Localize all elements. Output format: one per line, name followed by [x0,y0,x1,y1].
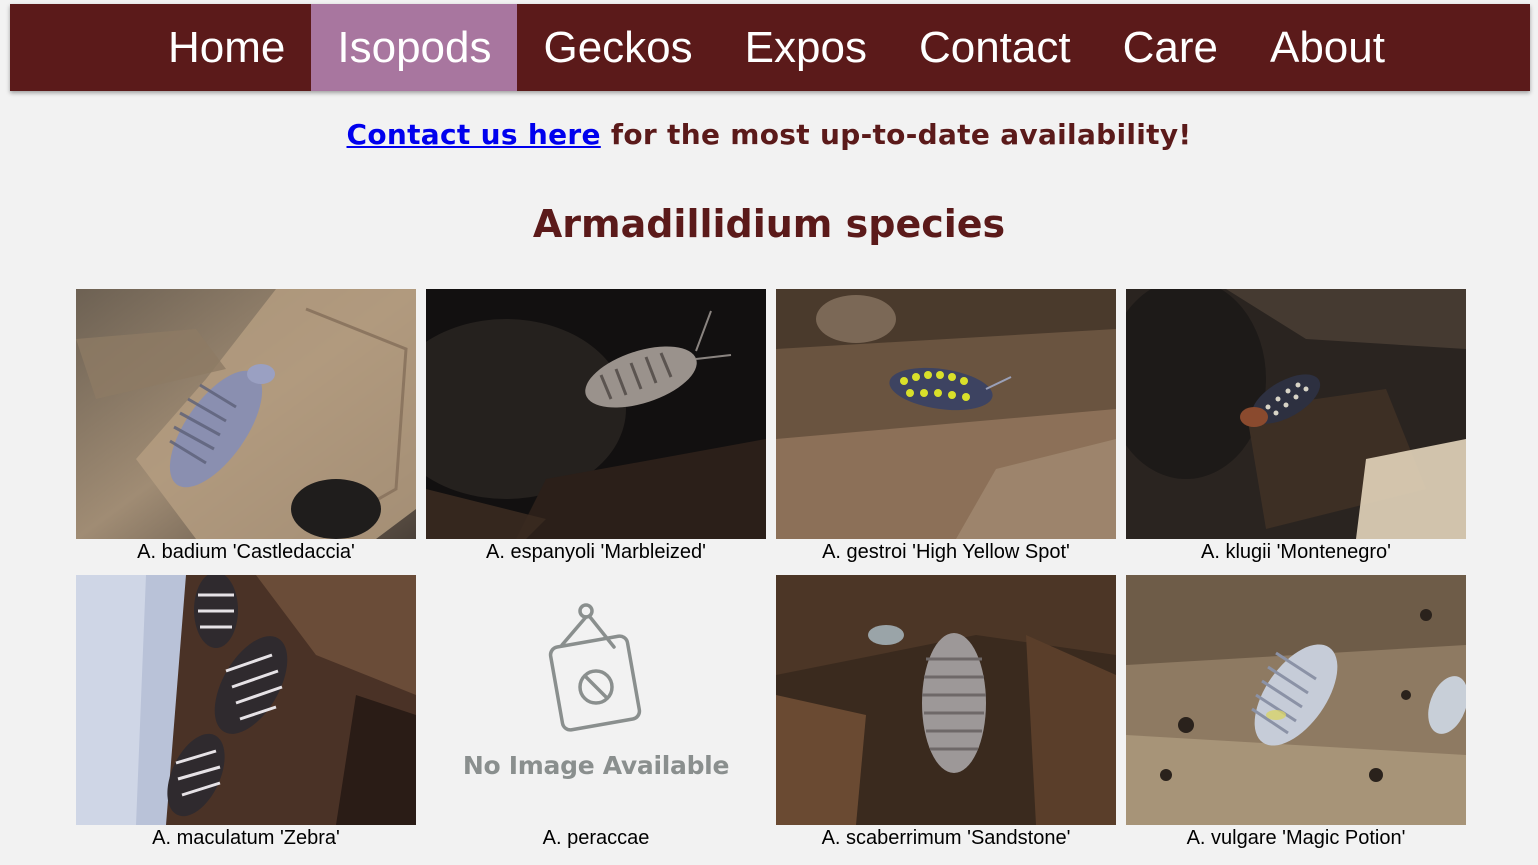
nav-item-home[interactable]: Home [142,4,311,91]
no-image-text: No Image Available [462,751,730,780]
contact-us-link[interactable]: Contact us here [347,118,601,151]
species-card[interactable]: A. scaberrimum 'Sandstone' [776,575,1116,851]
species-caption: A. gestroi 'High Yellow Spot' [822,541,1070,563]
species-caption: A. peraccae [542,827,650,849]
species-card[interactable]: No Image Available A. peraccae [426,575,766,851]
species-caption: A. espanyoli 'Marbleized' [486,541,706,563]
nav-item-expos[interactable]: Expos [719,4,893,91]
species-photo-espanyoli[interactable] [426,289,766,539]
species-card[interactable]: A. vulgare 'Magic Potion' [1126,575,1466,851]
species-photo-gestroi[interactable] [776,289,1116,539]
species-caption: A. scaberrimum 'Sandstone' [821,827,1071,849]
species-photo-scaberrimum[interactable] [776,575,1116,825]
species-card[interactable]: A. gestroi 'High Yellow Spot' [776,289,1116,565]
species-caption: A. vulgare 'Magic Potion' [1186,827,1406,849]
nav-item-isopods[interactable]: Isopods [311,4,518,91]
species-caption: A. badium 'Castledaccia' [137,541,355,563]
species-caption: A. klugii 'Montenegro' [1201,541,1391,563]
nav-item-about[interactable]: About [1244,4,1411,91]
availability-notice: Contact us here for the most up-to-date … [0,118,1538,151]
availability-text: for the most up-to-date availability! [600,118,1192,151]
species-photo-vulgare[interactable] [1126,575,1466,825]
species-photo-maculatum[interactable] [76,575,416,825]
species-card[interactable]: A. badium 'Castledaccia' [76,289,416,565]
species-card[interactable]: A. klugii 'Montenegro' [1126,289,1466,565]
species-grid: A. badium 'Castledaccia' A. espanyoli 'M… [76,289,1466,851]
species-card[interactable]: A. espanyoli 'Marbleized' [426,289,766,565]
nav-items: Home Isopods Geckos Expos Contact Care A… [142,4,1411,91]
species-caption: A. maculatum 'Zebra' [152,827,340,849]
main-navigation: Home Isopods Geckos Expos Contact Care A… [10,4,1530,91]
nav-item-contact[interactable]: Contact [893,4,1097,91]
no-image-placeholder: No Image Available [426,575,766,825]
no-image-icon [548,603,642,732]
nav-item-geckos[interactable]: Geckos [517,4,718,91]
section-title: Armadillidium species [532,202,1006,246]
species-card[interactable]: A. maculatum 'Zebra' [76,575,416,851]
species-photo-klugii[interactable] [1126,289,1466,539]
species-photo-badium[interactable] [76,289,416,539]
nav-item-care[interactable]: Care [1097,4,1244,91]
